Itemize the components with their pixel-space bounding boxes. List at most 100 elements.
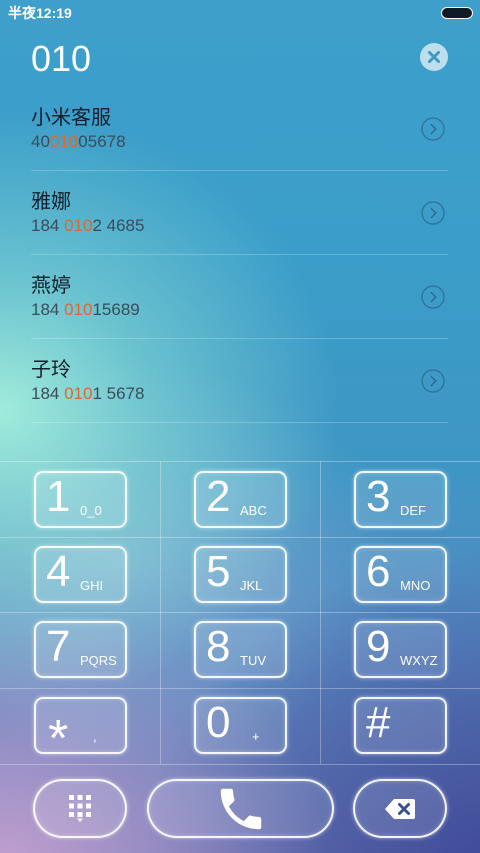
key-letters: PQRS [80, 653, 117, 668]
key-digit: 2 [206, 472, 231, 521]
key-1[interactable]: 1 0_0 [34, 471, 127, 528]
keypad-grid-line [0, 537, 480, 538]
key-5[interactable]: 5 JKL [194, 546, 287, 603]
contact-detail-button[interactable] [421, 285, 445, 309]
chevron-mark [430, 291, 437, 303]
key-digit: 0 [206, 698, 231, 747]
chevron-right-icon [421, 369, 445, 393]
battery-icon [441, 7, 473, 19]
dialer-screen: 半夜12:19 010 小米客服 4001005678 雅娜 184 0102 … [0, 0, 480, 853]
clear-icon [428, 51, 440, 63]
chevron-mark [430, 123, 437, 135]
keypad-grid-line [0, 461, 480, 462]
key-digit: 6 [366, 547, 391, 596]
contact-row[interactable]: 子玲 184 0101 5678 [0, 339, 480, 423]
key-letters: TUV [240, 653, 266, 668]
key-letters: GHI [80, 578, 104, 593]
key-digit: 1 [46, 472, 71, 521]
key-7[interactable]: 7 PQRS [34, 621, 127, 678]
chevron-right-icon [421, 117, 445, 141]
key-digit: * [48, 710, 69, 768]
contact-detail-button[interactable] [421, 117, 445, 141]
key-letters: DEF [400, 503, 426, 518]
key-digit: 8 [206, 622, 231, 671]
backspace-icon-body [385, 798, 415, 819]
number-match: 010 [64, 300, 93, 319]
keypad-grid-line [0, 612, 480, 613]
key-letters: 0_0 [80, 503, 102, 518]
key-6[interactable]: 6 MNO [354, 546, 447, 603]
key-letters: WXYZ [400, 653, 438, 668]
key-0[interactable]: 0 + [194, 697, 287, 754]
key-9[interactable]: 9 WXYZ [354, 621, 447, 678]
chevron-circle [421, 285, 445, 309]
number-match: 010 [64, 384, 93, 403]
chevron-right-icon [421, 201, 445, 225]
keypad-grid-line [0, 764, 480, 765]
key-8[interactable]: 8 TUV [194, 621, 287, 678]
number-match: 010 [64, 216, 93, 235]
call-button[interactable] [147, 779, 334, 838]
contact-number: 184 0102 4685 [31, 216, 144, 236]
clear-button[interactable] [420, 43, 448, 71]
key-letters: MNO [400, 578, 431, 593]
dialpad-icon-grid [69, 795, 91, 817]
contact-row[interactable]: 雅娜 184 0102 4685 [0, 171, 480, 255]
number-before: 184 [31, 384, 65, 403]
phone-icon [220, 788, 261, 829]
row-divider [31, 422, 448, 423]
contact-detail-button[interactable] [421, 201, 445, 225]
clear-icon-x [428, 51, 440, 63]
chevron-circle [421, 201, 445, 225]
chevron-right-icon [421, 285, 445, 309]
status-time: 半夜12:19 [8, 5, 72, 21]
number-before: 184 [31, 300, 65, 319]
key-digit: 7 [46, 622, 71, 671]
number-after: 2 4685 [92, 216, 145, 235]
contact-name: 子玲 [31, 359, 71, 381]
delete-button[interactable] [353, 779, 447, 838]
contact-name: 燕婷 [31, 275, 71, 297]
number-after: 15689 [92, 300, 140, 319]
number-after: 1 5678 [92, 384, 145, 403]
key-3[interactable]: 3 DEF [354, 471, 447, 528]
dialpad-toggle-button[interactable] [33, 779, 127, 838]
contact-number: 184 01015689 [31, 300, 140, 320]
key-letters: ABC [240, 503, 267, 518]
keypad-grid-line [0, 688, 480, 689]
key-digit: 5 [206, 547, 231, 596]
contact-detail-button[interactable] [421, 369, 445, 393]
dialpad-icon-arrow [77, 818, 83, 822]
contact-number: 4001005678 [31, 132, 126, 152]
number-before: 40 [31, 132, 50, 151]
key-2[interactable]: 2 ABC [194, 471, 287, 528]
key-digit: 9 [366, 622, 391, 671]
key-hash[interactable]: # [354, 697, 447, 754]
number-before: 184 [31, 216, 65, 235]
contact-row[interactable]: 小米客服 4001005678 [0, 87, 480, 171]
dialed-number-field[interactable]: 010 [31, 39, 91, 79]
contact-number: 184 0101 5678 [31, 384, 144, 404]
contact-name: 小米客服 [31, 107, 111, 129]
chevron-circle [421, 117, 445, 141]
key-letters: + [252, 729, 260, 744]
contact-row[interactable]: 燕婷 184 01015689 [0, 255, 480, 339]
key-star[interactable]: * , [34, 697, 127, 765]
contact-name: 雅娜 [31, 191, 71, 213]
number-after: 05678 [78, 132, 126, 151]
chevron-mark [430, 207, 437, 219]
key-4[interactable]: 4 GHI [34, 546, 127, 603]
key-digit: 4 [46, 547, 71, 596]
dialpad-icon [69, 795, 91, 822]
key-digit: # [366, 698, 391, 747]
key-digit: 3 [366, 472, 391, 521]
chevron-circle [421, 369, 445, 393]
key-letters: JKL [240, 578, 263, 593]
key-letters: , [93, 729, 97, 744]
keypad-grid-line [320, 461, 321, 764]
keypad-grid-line [160, 461, 161, 764]
backspace-icon [385, 798, 415, 819]
phone-icon-handset [220, 788, 261, 829]
number-match: 010 [49, 132, 79, 151]
chevron-mark [430, 375, 437, 387]
